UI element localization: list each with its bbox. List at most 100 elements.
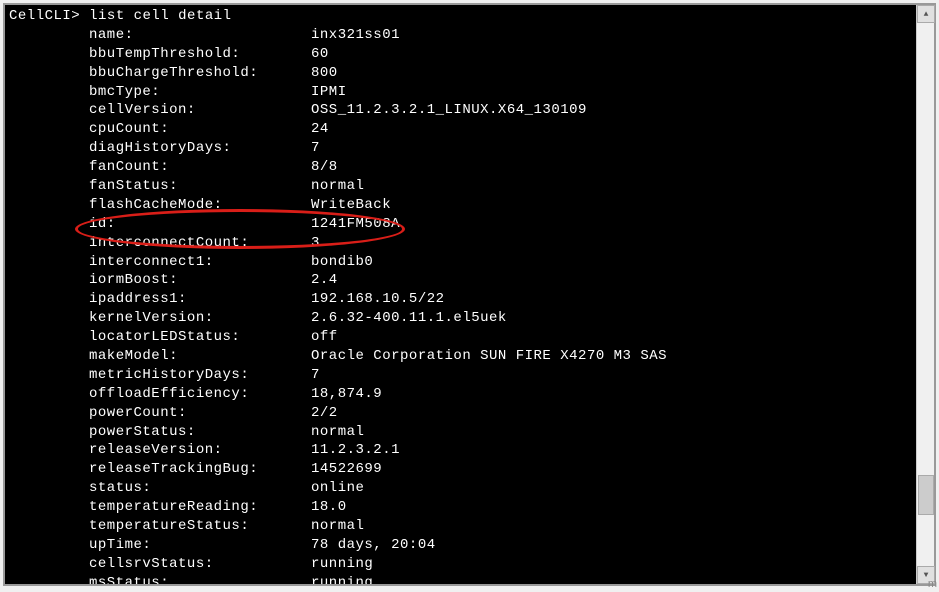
detail-value: 18,874.9 bbox=[311, 385, 382, 404]
detail-rows: name:inx321ss01bbuTempThreshold:60bbuCha… bbox=[9, 26, 912, 584]
detail-row: upTime:78 days, 20:04 bbox=[9, 536, 912, 555]
detail-key: bbuTempThreshold: bbox=[89, 45, 311, 64]
detail-value: 18.0 bbox=[311, 498, 347, 517]
detail-row: bmcType:IPMI bbox=[9, 83, 912, 102]
detail-key: offloadEfficiency: bbox=[89, 385, 311, 404]
corner-watermark: m bbox=[928, 578, 937, 590]
detail-value: 8/8 bbox=[311, 158, 338, 177]
detail-value: OSS_11.2.3.2.1_LINUX.X64_130109 bbox=[311, 101, 587, 120]
detail-value: running bbox=[311, 555, 373, 574]
detail-value: bondib0 bbox=[311, 253, 373, 272]
detail-key: releaseTrackingBug: bbox=[89, 460, 311, 479]
detail-row: makeModel:Oracle Corporation SUN FIRE X4… bbox=[9, 347, 912, 366]
detail-value: 1241FM508A bbox=[311, 215, 400, 234]
prompt-line: CellCLI> list cell detail bbox=[9, 7, 912, 26]
detail-value: 60 bbox=[311, 45, 329, 64]
detail-row: interconnectCount:3 bbox=[9, 234, 912, 253]
detail-key: locatorLEDStatus: bbox=[89, 328, 311, 347]
detail-row: temperatureStatus:normal bbox=[9, 517, 912, 536]
detail-value: inx321ss01 bbox=[311, 26, 400, 45]
detail-key: fanCount: bbox=[89, 158, 311, 177]
detail-row: releaseVersion:11.2.3.2.1 bbox=[9, 441, 912, 460]
detail-key: kernelVersion: bbox=[89, 309, 311, 328]
detail-row: releaseTrackingBug:14522699 bbox=[9, 460, 912, 479]
detail-row: iormBoost:2.4 bbox=[9, 271, 912, 290]
detail-row: powerStatus:normal bbox=[9, 423, 912, 442]
detail-row: cpuCount:24 bbox=[9, 120, 912, 139]
detail-key: cellVersion: bbox=[89, 101, 311, 120]
detail-key: powerCount: bbox=[89, 404, 311, 423]
detail-key: status: bbox=[89, 479, 311, 498]
scrollbar-arrow-up-icon[interactable]: ▲ bbox=[917, 5, 935, 23]
detail-row: bbuTempThreshold:60 bbox=[9, 45, 912, 64]
detail-key: id: bbox=[89, 215, 311, 234]
detail-row: id:1241FM508A bbox=[9, 215, 912, 234]
detail-row: interconnect1:bondib0 bbox=[9, 253, 912, 272]
detail-key: name: bbox=[89, 26, 311, 45]
detail-row: fanCount:8/8 bbox=[9, 158, 912, 177]
prompt-text: CellCLI> bbox=[9, 8, 80, 24]
detail-key: iormBoost: bbox=[89, 271, 311, 290]
detail-key: cellsrvStatus: bbox=[89, 555, 311, 574]
detail-row: ipaddress1:192.168.10.5/22 bbox=[9, 290, 912, 309]
detail-key: flashCacheMode: bbox=[89, 196, 311, 215]
detail-key: upTime: bbox=[89, 536, 311, 555]
detail-value: off bbox=[311, 328, 338, 347]
detail-row: cellsrvStatus:running bbox=[9, 555, 912, 574]
detail-value: running bbox=[311, 574, 373, 584]
detail-row: powerCount:2/2 bbox=[9, 404, 912, 423]
detail-value: 2.4 bbox=[311, 271, 338, 290]
detail-row: metricHistoryDays:7 bbox=[9, 366, 912, 385]
detail-key: bbuChargeThreshold: bbox=[89, 64, 311, 83]
detail-key: interconnect1: bbox=[89, 253, 311, 272]
detail-value: 14522699 bbox=[311, 460, 382, 479]
detail-key: bmcType: bbox=[89, 83, 311, 102]
detail-key: makeModel: bbox=[89, 347, 311, 366]
detail-value: 24 bbox=[311, 120, 329, 139]
detail-key: metricHistoryDays: bbox=[89, 366, 311, 385]
detail-value: WriteBack bbox=[311, 196, 391, 215]
detail-row: kernelVersion:2.6.32-400.11.1.el5uek bbox=[9, 309, 912, 328]
detail-value: normal bbox=[311, 177, 364, 196]
detail-value: 192.168.10.5/22 bbox=[311, 290, 445, 309]
detail-row: locatorLEDStatus:off bbox=[9, 328, 912, 347]
detail-value: normal bbox=[311, 517, 364, 536]
detail-row: name:inx321ss01 bbox=[9, 26, 912, 45]
detail-key: cpuCount: bbox=[89, 120, 311, 139]
detail-key: temperatureStatus: bbox=[89, 517, 311, 536]
detail-value: online bbox=[311, 479, 364, 498]
detail-value: 7 bbox=[311, 139, 320, 158]
detail-value: 2.6.32-400.11.1.el5uek bbox=[311, 309, 507, 328]
detail-key: powerStatus: bbox=[89, 423, 311, 442]
detail-row: cellVersion:OSS_11.2.3.2.1_LINUX.X64_130… bbox=[9, 101, 912, 120]
detail-value: 2/2 bbox=[311, 404, 338, 423]
detail-value: 800 bbox=[311, 64, 338, 83]
detail-value: IPMI bbox=[311, 83, 347, 102]
detail-key: diagHistoryDays: bbox=[89, 139, 311, 158]
detail-row: diagHistoryDays:7 bbox=[9, 139, 912, 158]
detail-key: interconnectCount: bbox=[89, 234, 311, 253]
detail-key: ipaddress1: bbox=[89, 290, 311, 309]
detail-value: 3 bbox=[311, 234, 320, 253]
detail-row: bbuChargeThreshold:800 bbox=[9, 64, 912, 83]
detail-row: fanStatus:normal bbox=[9, 177, 912, 196]
detail-row: temperatureReading:18.0 bbox=[9, 498, 912, 517]
detail-value: normal bbox=[311, 423, 364, 442]
scrollbar-thumb[interactable] bbox=[918, 475, 934, 515]
detail-value: 7 bbox=[311, 366, 320, 385]
detail-key: fanStatus: bbox=[89, 177, 311, 196]
detail-key: temperatureReading: bbox=[89, 498, 311, 517]
detail-value: 11.2.3.2.1 bbox=[311, 441, 400, 460]
scrollbar-track[interactable]: ▲ ▼ bbox=[916, 5, 934, 584]
command-text: list cell detail bbox=[89, 8, 231, 24]
detail-value: 78 days, 20:04 bbox=[311, 536, 436, 555]
detail-value: Oracle Corporation SUN FIRE X4270 M3 SAS bbox=[311, 347, 667, 366]
detail-row: status:online bbox=[9, 479, 912, 498]
terminal-output[interactable]: CellCLI> list cell detail name:inx321ss0… bbox=[5, 5, 916, 584]
detail-row: offloadEfficiency:18,874.9 bbox=[9, 385, 912, 404]
detail-row: flashCacheMode:WriteBack bbox=[9, 196, 912, 215]
detail-key: msStatus: bbox=[89, 574, 311, 584]
detail-row: msStatus:running bbox=[9, 574, 912, 584]
detail-key: releaseVersion: bbox=[89, 441, 311, 460]
terminal-window: CellCLI> list cell detail name:inx321ss0… bbox=[3, 3, 936, 586]
